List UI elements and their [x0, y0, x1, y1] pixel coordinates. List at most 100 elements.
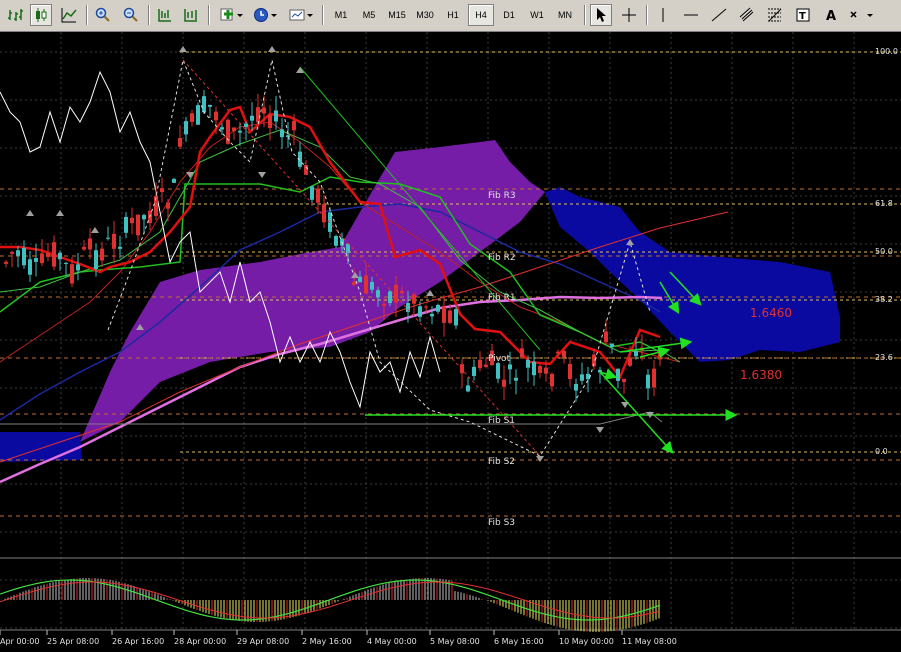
pivot-label: Fib R2	[488, 253, 516, 263]
equidistant-channel-icon[interactable]	[736, 4, 758, 26]
candle-body	[604, 331, 608, 343]
candle-body	[166, 202, 170, 209]
candle-body	[64, 262, 68, 264]
candle-body	[118, 246, 122, 249]
candle-body	[22, 247, 26, 266]
candle-body	[208, 104, 212, 107]
bar-chart-icon[interactable]	[4, 4, 26, 26]
timeframe-MN[interactable]: MN	[552, 4, 578, 26]
candle-body	[478, 359, 482, 369]
pivot-label: Fib S3	[488, 518, 515, 528]
candle-body	[250, 115, 254, 121]
indicators-icon[interactable]	[216, 4, 246, 26]
candle-body	[526, 359, 530, 368]
text-label-icon[interactable]: T	[792, 4, 814, 26]
cursor-icon[interactable]	[590, 4, 612, 26]
candle-body	[202, 96, 206, 113]
x-tick-label: 10 May 00:00	[559, 637, 614, 646]
text-icon[interactable]: A	[820, 4, 842, 26]
candle-body	[484, 364, 488, 367]
timeframe-M15[interactable]: M15	[384, 4, 410, 26]
candle-body	[52, 242, 56, 267]
candle-body	[376, 290, 380, 298]
time-axis: Apr 00:00 25 Apr 08:00 26 Apr 16:00 28 Apr …	[0, 630, 677, 646]
horizontal-line-icon[interactable]	[680, 4, 702, 26]
price-chart[interactable]: 100.0 61.8 50.0 38.2 23.6 0.0 Fib R3 Fib R2 Fib …	[0, 32, 901, 648]
templates-icon[interactable]	[286, 4, 316, 26]
timeframe-H1[interactable]: H1	[440, 4, 466, 26]
candle-body	[244, 123, 248, 127]
candle-body	[472, 366, 476, 377]
price-label-lower: 1.6380	[740, 368, 782, 382]
candle-body	[394, 284, 398, 303]
candle-body	[532, 361, 536, 376]
oscillator-panel	[0, 578, 661, 632]
price-label-upper: 1.6460	[750, 306, 792, 320]
candle-body	[418, 306, 422, 317]
candle-body	[514, 377, 518, 381]
candle-body	[178, 138, 182, 147]
zoom-out-icon[interactable]	[120, 4, 142, 26]
candle-body	[190, 113, 194, 122]
candle-body	[616, 368, 620, 381]
candle-body	[136, 214, 140, 236]
candle-body	[40, 253, 44, 264]
candle-body	[538, 366, 542, 373]
candle-body	[214, 111, 218, 121]
candle-body	[634, 351, 638, 357]
fib-level-label: 0.0	[875, 447, 888, 456]
periods-clock-icon[interactable]	[250, 4, 280, 26]
fibonacci-icon[interactable]	[764, 4, 786, 26]
vertical-line-icon[interactable]	[652, 4, 674, 26]
candle-body	[544, 367, 548, 374]
chart-canvas[interactable]: 100.0 61.8 50.0 38.2 23.6 0.0 Fib R3 Fib R2 Fib …	[0, 32, 901, 648]
candlesticks	[4, 90, 662, 402]
candle-body	[238, 130, 242, 133]
candle-body	[196, 105, 200, 125]
fractal-up-marker	[26, 210, 34, 216]
zoom-in-icon[interactable]	[92, 4, 114, 26]
fractal-down-marker	[536, 456, 544, 462]
trendline-icon[interactable]	[708, 4, 730, 26]
fib-level-label: 61.8	[875, 199, 893, 208]
candle-body	[352, 281, 356, 285]
candle-body	[232, 127, 236, 132]
arrows-icon[interactable]	[846, 4, 876, 26]
candle-body	[388, 291, 392, 304]
chart-toolbar: M1 M5 M15 M30 H1 H4 D1 W1 MN A T	[0, 0, 901, 32]
candle-body	[34, 258, 38, 262]
candle-body	[280, 129, 284, 138]
svg-text:A: A	[826, 9, 836, 23]
timeframe-W1[interactable]: W1	[524, 4, 550, 26]
candle-body	[466, 385, 470, 392]
candle-body	[568, 363, 572, 380]
candle-body	[220, 127, 224, 130]
line-chart-icon[interactable]	[58, 4, 80, 26]
candle-body	[448, 310, 452, 323]
timeframe-M5[interactable]: M5	[356, 4, 382, 26]
pivot-label: Fib R1	[488, 293, 516, 303]
candle-body	[610, 343, 614, 347]
candle-body	[436, 304, 440, 312]
candle-body	[160, 188, 164, 193]
candle-body	[4, 261, 8, 264]
crosshair-icon[interactable]	[618, 4, 640, 26]
timeframe-M1[interactable]: M1	[328, 4, 354, 26]
timeframe-H4[interactable]: H4	[468, 4, 494, 26]
candle-body	[400, 290, 404, 294]
candlestick-icon[interactable]	[30, 4, 52, 26]
candle-body	[70, 264, 74, 284]
candle-body	[292, 120, 296, 131]
timeframe-M30[interactable]: M30	[412, 4, 438, 26]
x-tick-label: 25 Apr 08:00	[47, 637, 99, 646]
candle-body	[184, 121, 188, 135]
candle-body	[586, 373, 590, 380]
candle-body	[256, 107, 260, 123]
timeframe-D1[interactable]: D1	[496, 4, 522, 26]
autoscroll-icon[interactable]	[154, 4, 176, 26]
chart-shift-icon[interactable]	[180, 4, 202, 26]
fractal-down-marker	[596, 427, 604, 433]
candle-body	[58, 252, 62, 260]
x-tick-label: 2 May 16:00	[302, 637, 352, 646]
candle-body	[412, 294, 416, 304]
